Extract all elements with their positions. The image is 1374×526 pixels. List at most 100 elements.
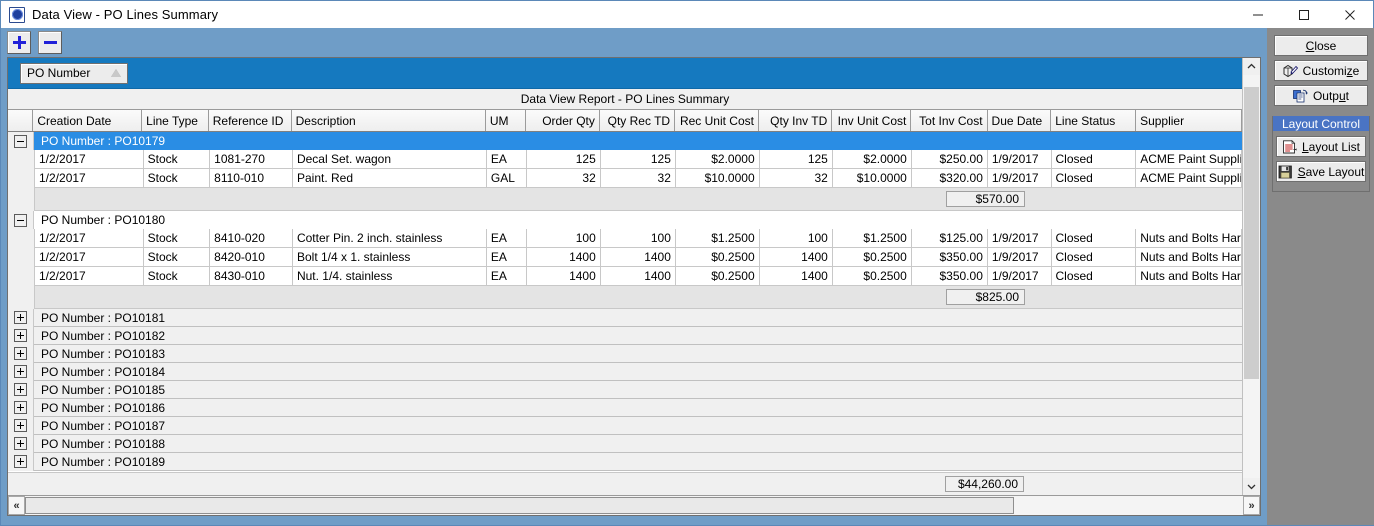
- expand-toggle-icon[interactable]: [14, 383, 27, 396]
- cell-tot_inv_cost: $250.00: [912, 150, 988, 168]
- group-header-label: PO Number : PO10186: [34, 399, 1242, 417]
- column-header-line_status[interactable]: Line Status: [1051, 110, 1137, 131]
- column-header-tot_inv_cost[interactable]: Tot Inv Cost: [911, 110, 988, 131]
- group-header-row[interactable]: PO Number : PO10179: [8, 132, 1242, 150]
- cell-tot_inv_cost: $350.00: [912, 267, 988, 285]
- group-header-row[interactable]: PO Number : PO10187: [8, 417, 1242, 435]
- cell-um: EA: [487, 248, 527, 266]
- vertical-scroll-track[interactable]: [1243, 75, 1260, 478]
- expand-toggle-icon[interactable]: [14, 437, 27, 450]
- column-header-um[interactable]: UM: [485, 110, 526, 131]
- cell-line_type: Stock: [144, 150, 211, 168]
- group-header-label: PO Number : PO10180: [41, 213, 166, 227]
- scroll-left-icon[interactable]: «: [8, 496, 25, 515]
- group-header-row[interactable]: PO Number : PO10182: [8, 327, 1242, 345]
- column-header-inv_unit_cost[interactable]: Inv Unit Cost: [832, 110, 912, 131]
- table-row[interactable]: 1/2/2017 Stock 8430-010 Nut. 1/4. stainless…: [35, 267, 1242, 286]
- group-header-row[interactable]: PO Number : PO10183: [8, 345, 1242, 363]
- horizontal-scroll-thumb[interactable]: [25, 497, 1014, 514]
- minimize-button[interactable]: [1235, 1, 1281, 28]
- cell-reference_id: 8110-010: [210, 169, 293, 187]
- cell-tot_inv_cost: $350.00: [912, 248, 988, 266]
- column-header-description[interactable]: Description: [291, 110, 486, 131]
- window-title: Data View - PO Lines Summary: [32, 7, 219, 22]
- horizontal-scrollbar[interactable]: « »: [8, 495, 1260, 515]
- grid-pane-bottom-pad: [1, 516, 1267, 525]
- column-header-due_date[interactable]: Due Date: [987, 110, 1052, 131]
- maximize-button[interactable]: [1281, 1, 1327, 28]
- group-header-label: PO Number : PO10181: [34, 309, 1242, 327]
- group-header-row[interactable]: PO Number : PO10181: [8, 309, 1242, 327]
- expand-toggle-icon[interactable]: [14, 347, 27, 360]
- group-header-row[interactable]: PO Number : PO10184: [8, 363, 1242, 381]
- group-header-row[interactable]: PO Number : PO10189: [8, 453, 1242, 471]
- scroll-up-icon[interactable]: [1243, 58, 1260, 75]
- expand-toggle-icon[interactable]: [14, 401, 27, 414]
- grid-toolbar: [1, 28, 1267, 57]
- table-row[interactable]: 1/2/2017 Stock 8410-020 Cotter Pin. 2 inch.…: [35, 229, 1242, 248]
- cell-line_status: Closed: [1052, 248, 1137, 266]
- cell-due_date: 1/9/2017: [988, 229, 1052, 247]
- expand-all-button[interactable]: [7, 30, 31, 54]
- cell-line_type: Stock: [144, 267, 211, 285]
- column-header-line_type[interactable]: Line Type: [142, 110, 209, 131]
- expand-toggle-icon[interactable]: [14, 455, 27, 468]
- collapse-toggle-icon[interactable]: [14, 214, 27, 227]
- customize-label: Customize: [1302, 63, 1360, 78]
- output-button[interactable]: Output: [1274, 85, 1368, 106]
- column-header-qty_rec_td[interactable]: Qty Rec TD: [599, 110, 676, 131]
- horizontal-scroll-track[interactable]: [25, 496, 1243, 515]
- vertical-scrollbar[interactable]: [1242, 58, 1260, 495]
- table-row[interactable]: 1/2/2017 Stock 8110-010 Paint. Red GAL 32 32 $1…: [35, 169, 1242, 188]
- group-header-row[interactable]: PO Number : PO10186: [8, 399, 1242, 417]
- group-indent: [8, 309, 34, 327]
- report-title: Data View Report - PO Lines Summary: [8, 89, 1242, 110]
- close-action-button[interactable]: Close: [1274, 35, 1368, 56]
- vertical-scroll-thumb[interactable]: [1244, 87, 1259, 380]
- header-indent-spacer: [8, 110, 34, 131]
- column-header-reference_id[interactable]: Reference ID: [208, 110, 292, 131]
- group-indent: [8, 381, 34, 399]
- group-by-panel[interactable]: PO Number: [8, 58, 1242, 89]
- cell-line_status: Closed: [1052, 169, 1137, 187]
- cell-description: Paint. Red: [293, 169, 487, 187]
- cell-supplier: Nuts and Bolts Hardwa: [1136, 248, 1242, 266]
- scroll-down-icon[interactable]: [1243, 478, 1260, 495]
- group-header-row[interactable]: PO Number : PO10185: [8, 381, 1242, 399]
- group-header-row[interactable]: PO Number : PO10188: [8, 435, 1242, 453]
- expand-toggle-icon[interactable]: [14, 419, 27, 432]
- customize-icon: [1283, 64, 1298, 78]
- expand-toggle-icon[interactable]: [14, 365, 27, 378]
- table-row[interactable]: 1/2/2017 Stock 1081-270 Decal Set. wagon EA 1…: [35, 150, 1242, 169]
- collapse-all-button[interactable]: [38, 30, 62, 54]
- expand-toggle-icon[interactable]: [14, 329, 27, 342]
- column-header-qty_inv_td[interactable]: Qty Inv TD: [758, 110, 833, 131]
- column-header-supplier[interactable]: Supplier: [1136, 110, 1242, 131]
- save-layout-button[interactable]: Save Layout: [1276, 161, 1366, 182]
- cell-qty_rec_td: 100: [601, 229, 676, 247]
- expand-toggle-icon[interactable]: [14, 311, 27, 324]
- grand-total-row: $44,260.00: [8, 472, 1242, 495]
- group-by-chip-po-number[interactable]: PO Number: [20, 62, 128, 84]
- column-header-order_qty[interactable]: Order Qty: [525, 110, 600, 131]
- layout-list-button[interactable]: Layout List: [1276, 136, 1366, 157]
- column-header-creation_date[interactable]: Creation Date: [33, 110, 143, 131]
- scroll-right-icon[interactable]: »: [1243, 496, 1260, 515]
- group-header-row[interactable]: PO Number : PO10180: [8, 211, 1242, 229]
- cell-qty_rec_td: 1400: [601, 248, 676, 266]
- cell-qty_rec_td: 125: [601, 150, 676, 168]
- close-button[interactable]: [1327, 1, 1373, 28]
- cell-line_type: Stock: [144, 169, 211, 187]
- table-row[interactable]: 1/2/2017 Stock 8420-010 Bolt 1/4 x 1. stain…: [35, 248, 1242, 267]
- cell-reference_id: 1081-270: [210, 150, 293, 168]
- group-header-label: PO Number : PO10183: [34, 345, 1242, 363]
- column-header-rec_unit_cost[interactable]: Rec Unit Cost: [675, 110, 759, 131]
- cell-qty_inv_td: 1400: [760, 248, 833, 266]
- cell-um: GAL: [487, 169, 527, 187]
- output-label: Output: [1312, 88, 1350, 103]
- cell-line_status: Closed: [1052, 229, 1137, 247]
- layout-control-legend: Layout Control: [1273, 116, 1369, 131]
- collapse-toggle-icon[interactable]: [14, 135, 27, 148]
- cell-description: Nut. 1/4. stainless: [293, 267, 487, 285]
- customize-button[interactable]: Customize: [1274, 60, 1368, 81]
